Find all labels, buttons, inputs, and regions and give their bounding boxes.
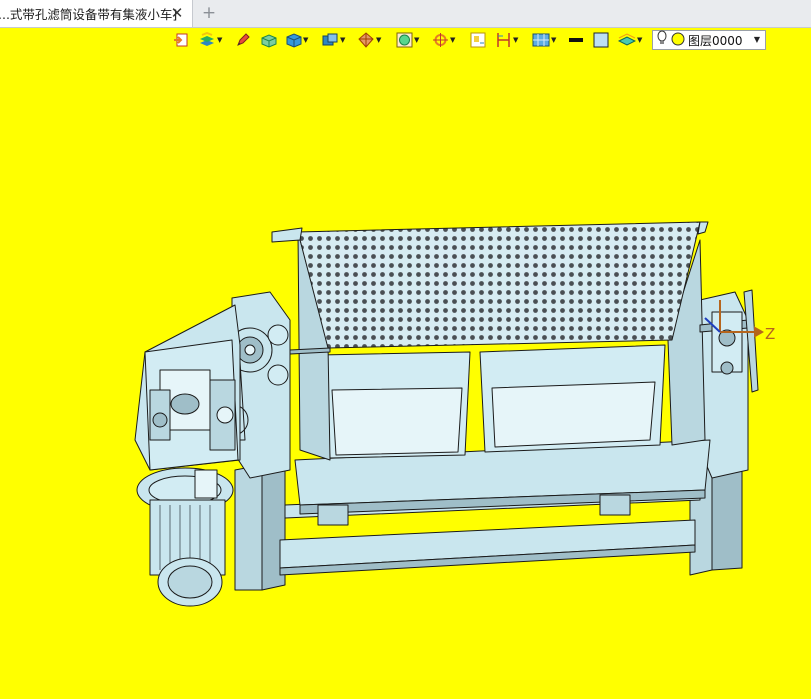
z-axis-label: Z — [765, 325, 776, 343]
3d-model[interactable] — [0, 0, 811, 699]
